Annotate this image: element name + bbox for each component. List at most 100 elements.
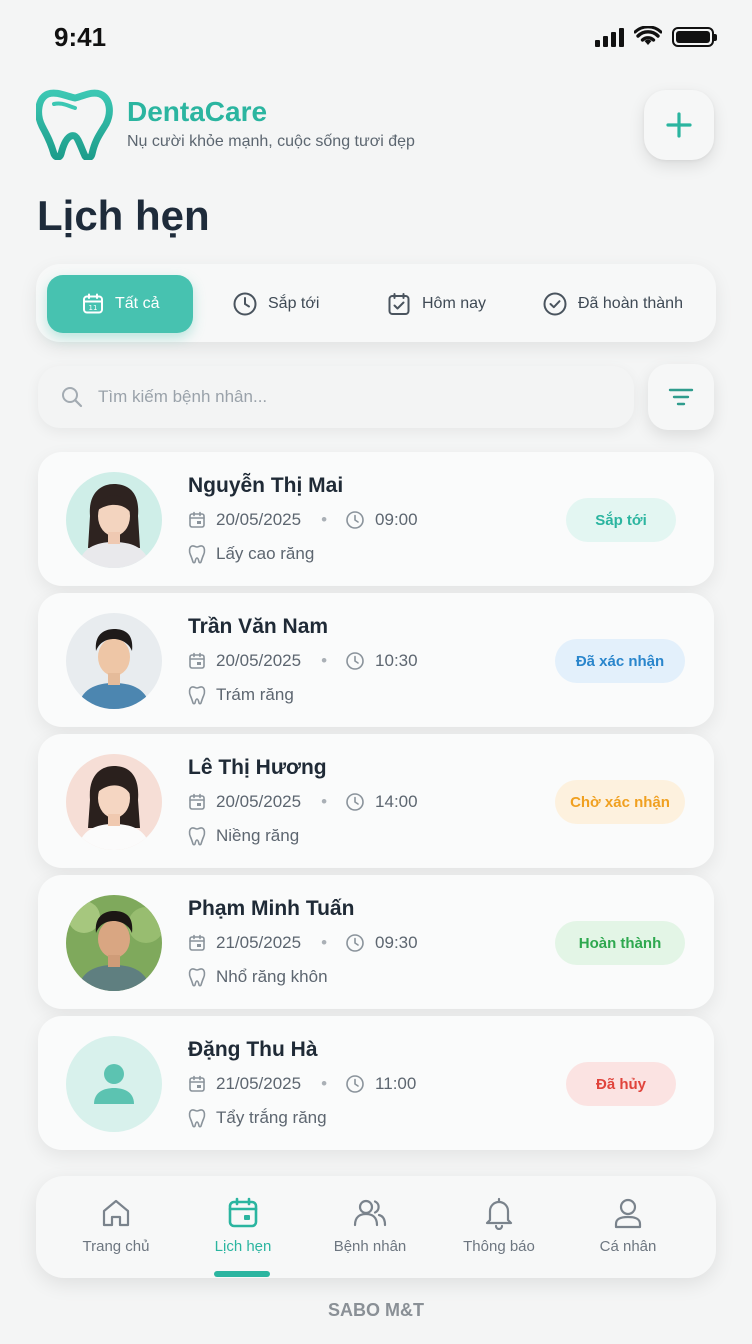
clock-icon <box>346 511 364 529</box>
appointment-service: Trám răng <box>188 685 294 705</box>
nav-patients-label: Bệnh nhân <box>333 1238 407 1255</box>
patient-avatar <box>66 895 162 991</box>
patient-avatar-placeholder <box>66 1036 162 1132</box>
status-badge: Đã xác nhận <box>555 639 685 683</box>
wifi-icon <box>634 26 662 45</box>
patient-name: Nguyễn Thị Mai <box>188 474 344 497</box>
calendar-icon <box>189 934 205 951</box>
appointment-meta: 21/05/2025 • 11:00 <box>188 1074 416 1094</box>
appointment-card[interactable]: Trần Văn Nam 20/05/2025 • 10:30 Trám răn… <box>38 593 714 727</box>
clock-icon <box>346 793 364 811</box>
add-appointment-button[interactable] <box>644 90 714 160</box>
check-circle-icon <box>543 292 567 316</box>
service-name: Lấy cao răng <box>216 544 315 563</box>
patient-avatar <box>66 472 162 568</box>
signal-icon <box>595 27 624 47</box>
appointment-time: 09:00 <box>375 510 418 529</box>
separator-dot: • <box>321 651 328 670</box>
status-bar: 9:41 <box>0 0 752 76</box>
calendar-icon <box>189 652 205 669</box>
nav-item-profile[interactable]: Cá nhân <box>568 1196 688 1255</box>
tab-all-label: Tất cả <box>115 295 160 312</box>
service-name: Nhổ răng khôn <box>216 967 328 986</box>
nav-item-patients[interactable]: Bệnh nhân <box>310 1196 430 1255</box>
clock-icon <box>346 934 364 952</box>
clock-icon <box>233 292 257 316</box>
filter-button[interactable] <box>648 364 714 430</box>
user-icon <box>614 1198 642 1229</box>
search-input[interactable] <box>98 387 578 407</box>
status-icons <box>595 26 717 48</box>
appointment-card[interactable]: Phạm Minh Tuấn 21/05/2025 • 09:30 Nhổ ră… <box>38 875 714 1009</box>
search-bar <box>38 366 634 428</box>
tab-completed[interactable]: Đã hoàn thành <box>542 275 683 333</box>
appointment-meta: 21/05/2025 • 09:30 <box>188 933 418 953</box>
footer-brand: SABO M&T <box>328 1300 424 1320</box>
service-name: Trám răng <box>216 685 294 704</box>
tooth-icon <box>188 1109 206 1128</box>
battery-icon <box>672 27 717 47</box>
status-badge: Chờ xác nhận <box>555 780 685 824</box>
separator-dot: • <box>321 1074 328 1093</box>
service-name: Niềng răng <box>216 826 300 845</box>
tooth-icon <box>188 827 206 846</box>
active-nav-indicator <box>214 1271 270 1277</box>
calendar-icon <box>189 793 205 810</box>
nav-item-appointments[interactable]: Lịch hẹn <box>183 1196 303 1255</box>
appointment-service: Tẩy trắng răng <box>188 1108 327 1128</box>
appointment-date: 20/05/2025 <box>216 651 302 670</box>
tab-all[interactable]: 11 Tất cả <box>47 275 194 333</box>
users-icon <box>353 1199 387 1227</box>
patient-name: Trần Văn Nam <box>188 615 329 638</box>
tab-upcoming[interactable]: Sắp tới <box>232 275 319 333</box>
tooth-icon <box>188 686 206 705</box>
patient-name: Đặng Thu Hà <box>188 1038 318 1061</box>
appointment-time: 09:30 <box>375 933 418 952</box>
tab-upcoming-label: Sắp tới <box>268 295 320 312</box>
appointment-card[interactable]: Lê Thị Hương 20/05/2025 • 14:00 Niềng ră… <box>38 734 714 868</box>
appointment-date: 21/05/2025 <box>216 1074 302 1093</box>
appointment-meta: 20/05/2025 • 09:00 <box>188 510 418 530</box>
appointment-service: Nhổ răng khôn <box>188 967 328 987</box>
appointment-time: 14:00 <box>375 792 418 811</box>
calendar-icon <box>228 1197 258 1228</box>
appointment-meta: 20/05/2025 • 10:30 <box>188 651 418 671</box>
nav-appointments-label: Lịch hẹn <box>214 1238 272 1255</box>
status-badge: Hoàn thành <box>555 921 685 965</box>
nav-profile-label: Cá nhân <box>599 1238 657 1255</box>
page-title: Lịch hẹn <box>37 192 210 239</box>
patient-name: Phạm Minh Tuấn <box>188 897 355 920</box>
nav-item-notifications[interactable]: Thông báo <box>439 1196 559 1255</box>
calendar-check-icon <box>388 293 410 315</box>
appointment-time: 11:00 <box>375 1074 417 1093</box>
appointment-service: Lấy cao răng <box>188 544 314 564</box>
patient-avatar <box>66 613 162 709</box>
clock-icon <box>346 652 364 670</box>
status-badge: Sắp tới <box>566 498 676 542</box>
filter-icon <box>668 388 694 406</box>
calendar-icon <box>189 1075 205 1092</box>
status-badge: Đã hủy <box>566 1062 676 1106</box>
nav-item-home[interactable]: Trang chủ <box>56 1196 176 1255</box>
appointment-card[interactable]: Nguyễn Thị Mai 20/05/2025 • 09:00 Lấy ca… <box>38 452 714 586</box>
appointment-card[interactable]: Đặng Thu Hà 21/05/2025 • 11:00 Tẩy trắng… <box>38 1016 714 1150</box>
appointment-time: 10:30 <box>375 651 418 670</box>
calendar-icon: 11 <box>83 293 103 314</box>
separator-dot: • <box>321 510 328 529</box>
tooth-icon <box>188 968 206 987</box>
appointment-date: 20/05/2025 <box>216 510 302 529</box>
calendar-icon <box>189 511 205 528</box>
service-name: Tẩy trắng răng <box>216 1108 327 1127</box>
header: DentaCare Nụ cười khỏe mạnh, cuộc sống t… <box>36 88 716 168</box>
appointment-service: Niềng răng <box>188 826 299 846</box>
bell-icon <box>485 1197 513 1230</box>
tooth-logo-icon <box>36 89 113 160</box>
home-icon <box>102 1199 130 1227</box>
tooth-icon <box>188 545 206 564</box>
appointment-date: 21/05/2025 <box>216 933 302 952</box>
status-time: 9:41 <box>54 22 107 52</box>
plus-icon <box>666 112 692 138</box>
separator-dot: • <box>321 933 328 952</box>
brand-tagline: Nụ cười khỏe mạnh, cuộc sống tươi đẹp <box>127 133 415 150</box>
tab-today[interactable]: Hôm nay <box>386 275 486 333</box>
